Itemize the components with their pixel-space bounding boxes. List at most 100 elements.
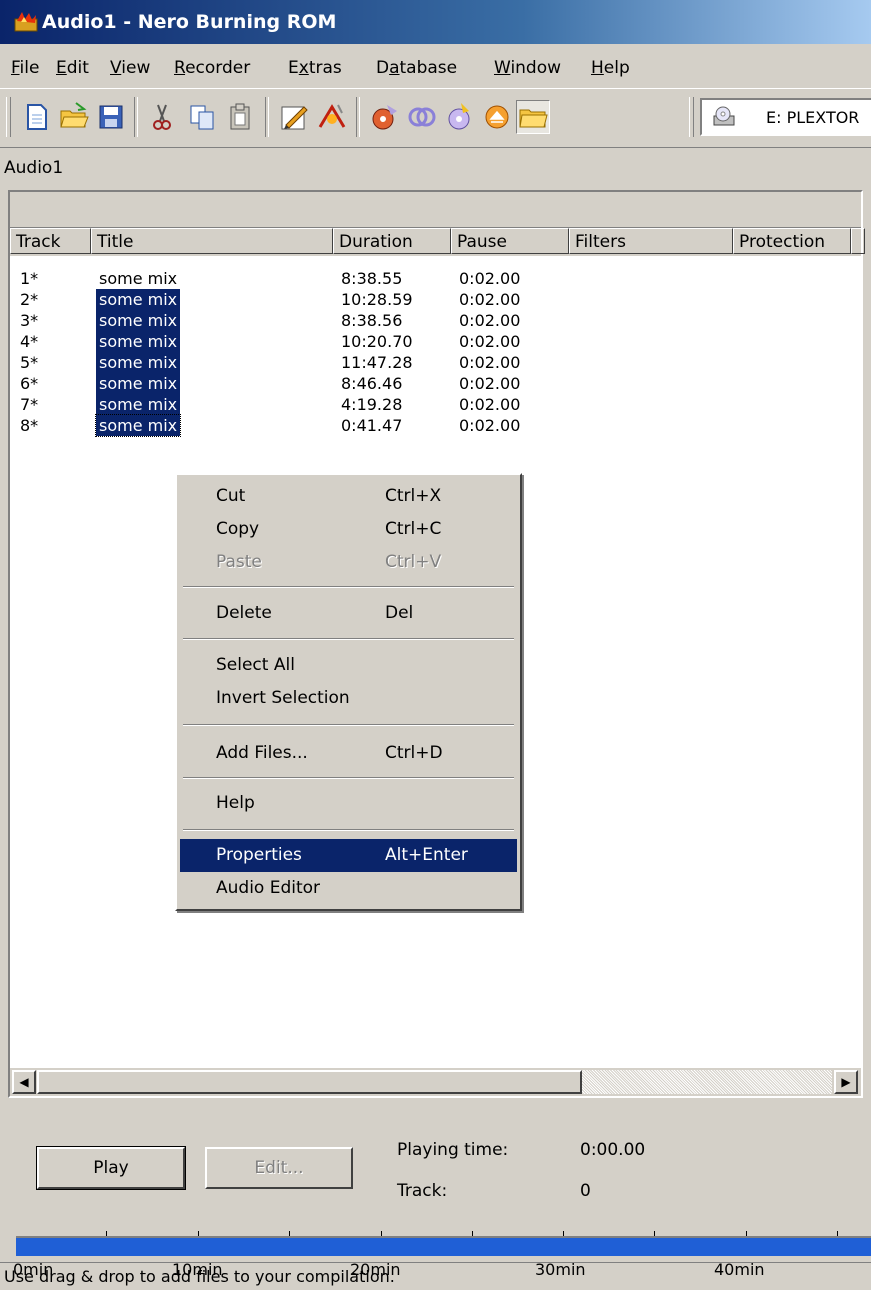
menu-file[interactable]: File bbox=[11, 58, 39, 78]
menu-item-label: Delete bbox=[216, 603, 272, 623]
disc-info-icon[interactable] bbox=[406, 101, 438, 133]
toolbar: E: PLEXTOR bbox=[0, 88, 871, 148]
scroll-thumb[interactable] bbox=[37, 1070, 582, 1094]
context-menu-help[interactable]: Help bbox=[180, 787, 517, 820]
drive-select[interactable]: E: PLEXTOR bbox=[700, 98, 871, 136]
table-row[interactable]: 8* some mix 0:41.47 0:02.00 bbox=[10, 414, 861, 437]
context-menu-invert-selection[interactable]: Invert Selection bbox=[180, 682, 517, 715]
cut-icon[interactable] bbox=[146, 101, 178, 133]
menu-separator bbox=[183, 638, 514, 640]
edit-button[interactable]: Edit... bbox=[205, 1147, 353, 1189]
context-menu-paste[interactable]: Paste Ctrl+V bbox=[180, 546, 517, 579]
table-row[interactable]: 3* some mix 8:38.56 0:02.00 bbox=[10, 310, 861, 331]
toolbar-grip[interactable] bbox=[6, 97, 11, 137]
context-menu-copy[interactable]: Copy Ctrl+C bbox=[180, 513, 517, 546]
track-value: 0 bbox=[580, 1181, 591, 1201]
track-title: some mix bbox=[96, 352, 181, 373]
column-header-track[interactable]: Track bbox=[10, 228, 91, 254]
compilation-name: Audio1 bbox=[4, 158, 64, 178]
scroll-left-button[interactable]: ◀ bbox=[12, 1070, 36, 1094]
horizontal-scrollbar[interactable]: ◀ ▶ bbox=[10, 1068, 861, 1096]
context-menu-properties[interactable]: Properties Alt+Enter bbox=[180, 839, 517, 872]
track-pause: 0:02.00 bbox=[459, 395, 521, 414]
table-row[interactable]: 2* some mix 10:28.59 0:02.00 bbox=[10, 289, 861, 310]
toolbar-grip[interactable] bbox=[689, 97, 694, 137]
scroll-right-button[interactable]: ▶ bbox=[834, 1070, 858, 1094]
scroll-track[interactable] bbox=[37, 1070, 832, 1094]
menu-item-shortcut: Ctrl+D bbox=[385, 743, 443, 763]
context-menu-delete[interactable]: Delete Del bbox=[180, 597, 517, 630]
column-header-pause[interactable]: Pause bbox=[451, 228, 569, 254]
table-row[interactable]: 1* some mix 8:38.55 0:02.00 bbox=[10, 268, 861, 289]
track-duration: 4:19.28 bbox=[341, 395, 403, 414]
timeline-tick bbox=[746, 1231, 747, 1236]
folder-icon[interactable] bbox=[516, 100, 550, 134]
track-duration: 8:38.56 bbox=[341, 311, 403, 330]
copy-icon[interactable] bbox=[186, 101, 218, 133]
track-number: 7* bbox=[20, 395, 39, 414]
track-number: 6* bbox=[20, 374, 39, 393]
menu-extras[interactable]: Extras bbox=[288, 58, 342, 78]
write-cd-icon[interactable] bbox=[278, 101, 310, 133]
save-icon[interactable] bbox=[95, 101, 127, 133]
eject-icon[interactable] bbox=[481, 101, 513, 133]
menu-separator bbox=[183, 829, 514, 831]
menu-help[interactable]: Help bbox=[591, 58, 630, 78]
title-bar[interactable]: Audio1 - Nero Burning ROM bbox=[0, 0, 871, 44]
menu-item-shortcut: Ctrl+X bbox=[385, 486, 442, 506]
track-pause: 0:02.00 bbox=[459, 353, 521, 372]
open-icon[interactable] bbox=[58, 101, 90, 133]
context-menu: Cut Ctrl+X Copy Ctrl+C Paste Ctrl+V Dele… bbox=[175, 473, 522, 911]
menu-recorder[interactable]: Recorder bbox=[174, 58, 250, 78]
column-header-duration[interactable]: Duration bbox=[333, 228, 451, 254]
context-menu-audio-editor[interactable]: Audio Editor bbox=[180, 872, 517, 905]
track-pause: 0:02.00 bbox=[459, 332, 521, 351]
cd-copy-icon[interactable] bbox=[369, 101, 401, 133]
menu-bar: File Edit View Recorder Extras Database … bbox=[0, 50, 871, 86]
menu-item-shortcut: Ctrl+V bbox=[385, 552, 442, 572]
toolbar-separator bbox=[356, 97, 360, 137]
track-pause: 0:02.00 bbox=[459, 290, 521, 309]
context-menu-cut[interactable]: Cut Ctrl+X bbox=[180, 480, 517, 513]
track-duration: 0:41.47 bbox=[341, 416, 403, 435]
menu-item-shortcut: Alt+Enter bbox=[385, 845, 468, 865]
table-row[interactable]: 5* some mix 11:47.28 0:02.00 bbox=[10, 352, 861, 373]
track-number: 1* bbox=[20, 269, 39, 288]
new-icon[interactable] bbox=[21, 101, 53, 133]
menu-edit[interactable]: Edit bbox=[56, 58, 89, 78]
table-row[interactable]: 4* some mix 10:20.70 0:02.00 bbox=[10, 331, 861, 352]
burn-icon[interactable] bbox=[316, 101, 348, 133]
play-button[interactable]: Play bbox=[37, 1147, 185, 1189]
menu-item-label: Cut bbox=[216, 486, 246, 506]
track-duration: 8:38.55 bbox=[341, 269, 403, 288]
track-title: some mix bbox=[96, 373, 181, 394]
column-header-title[interactable]: Title bbox=[91, 228, 333, 254]
menu-view[interactable]: View bbox=[110, 58, 150, 78]
timeline-tick bbox=[289, 1231, 290, 1236]
timeline-tick bbox=[837, 1231, 838, 1236]
table-row[interactable]: 7* some mix 4:19.28 0:02.00 bbox=[10, 394, 861, 415]
context-menu-select-all[interactable]: Select All bbox=[180, 649, 517, 682]
drive-icon bbox=[713, 106, 735, 126]
track-pause: 0:02.00 bbox=[459, 269, 521, 288]
timeline-fill bbox=[16, 1236, 871, 1256]
timeline-tick bbox=[198, 1231, 199, 1236]
table-row[interactable]: 6* some mix 8:46.46 0:02.00 bbox=[10, 373, 861, 394]
track-label: Track: bbox=[397, 1181, 448, 1201]
list-toolbar-area bbox=[10, 192, 861, 228]
menu-item-shortcut: Del bbox=[385, 603, 414, 623]
menu-item-label: Add Files... bbox=[216, 743, 308, 763]
window-title: Audio1 - Nero Burning ROM bbox=[42, 11, 337, 33]
track-pause: 0:02.00 bbox=[459, 311, 521, 330]
column-header-row: Track Title Duration Pause Filters Prote… bbox=[10, 228, 865, 256]
menu-window[interactable]: Window bbox=[494, 58, 561, 78]
menu-database[interactable]: Database bbox=[376, 58, 457, 78]
column-header-filters[interactable]: Filters bbox=[569, 228, 733, 254]
status-bar: Use drag & drop to add files to your com… bbox=[0, 1262, 871, 1290]
context-menu-add-files[interactable]: Add Files... Ctrl+D bbox=[180, 737, 517, 770]
paste-icon[interactable] bbox=[225, 101, 257, 133]
menu-item-label: Properties bbox=[216, 845, 302, 865]
column-header-protection[interactable]: Protection bbox=[733, 228, 851, 254]
track-title: some mix bbox=[99, 269, 178, 288]
disc-edit-icon[interactable] bbox=[443, 101, 475, 133]
